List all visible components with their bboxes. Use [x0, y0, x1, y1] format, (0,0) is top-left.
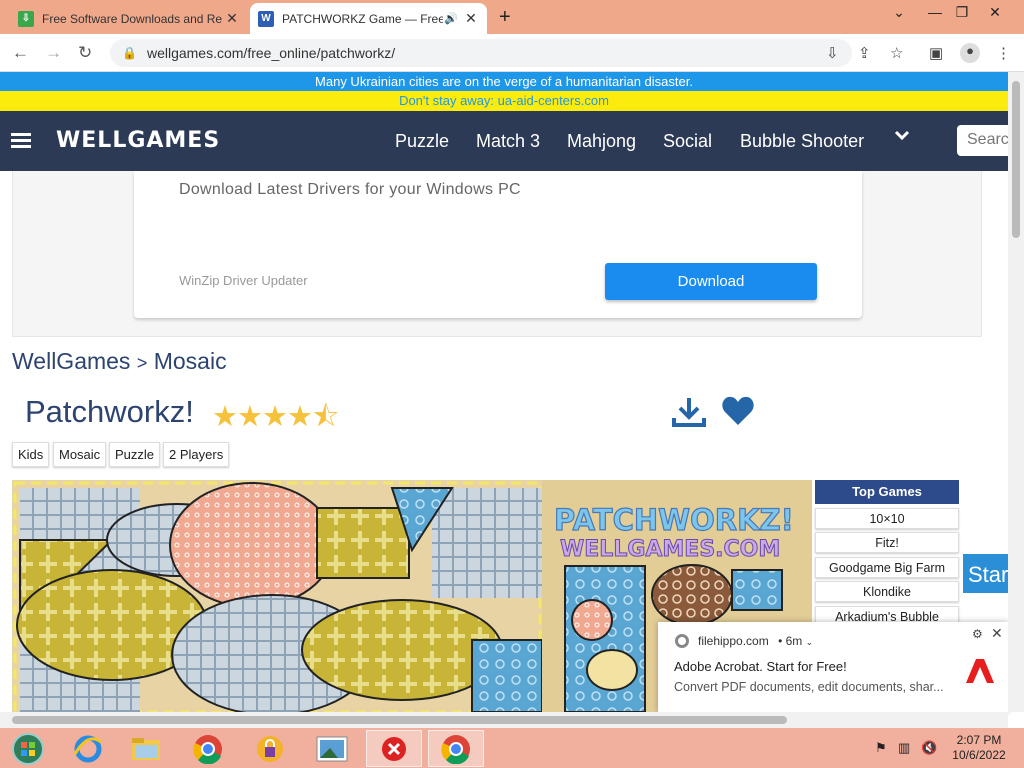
tag-2-players[interactable]: 2 Players — [163, 442, 230, 467]
ad-source: WinZip Driver Updater — [179, 273, 308, 288]
vertical-scrollbar[interactable] — [1008, 72, 1024, 712]
action-center-flag-icon[interactable]: ⚑ — [875, 740, 887, 756]
rating-stars[interactable]: ★★★★⯪ — [212, 396, 339, 445]
tag-puzzle[interactable]: Puzzle — [109, 442, 161, 467]
star-icon: ★ — [287, 401, 313, 433]
chrome-icon — [675, 634, 689, 648]
browser-tab-strip: ⇩ Free Software Downloads and Re ✕ W PAT… — [0, 0, 1024, 34]
tab-title: PATCHWORKZ Game — Free — [282, 11, 443, 26]
nav-social[interactable]: Social — [663, 131, 712, 152]
breadcrumb-separator: > — [136, 353, 148, 373]
adobe-logo-icon — [962, 657, 998, 685]
tag-kids[interactable]: Kids — [12, 442, 50, 467]
address-toolbar: ← → ↻ 🔒 wellgames.com/free_online/patchw… — [0, 34, 1024, 72]
gear-icon[interactable]: ⚙ — [972, 627, 983, 641]
page-title: Patchworkz! — [25, 394, 194, 429]
filehippo-icon: ⇩ — [18, 10, 34, 27]
minimize-button[interactable]: — — [920, 4, 950, 20]
photos-icon[interactable] — [304, 730, 360, 767]
half-star-icon: ⯪ — [312, 401, 339, 433]
ukraine-banner-line2[interactable]: Don't stay away: ua-aid-centers.com — [0, 91, 1008, 111]
nav-match3[interactable]: Match 3 — [476, 131, 540, 152]
tab-filehippo[interactable]: ⇩ Free Software Downloads and Re ✕ — [10, 3, 248, 34]
tab-close-icon[interactable]: ✕ — [224, 10, 240, 27]
windows-taskbar: ⚑ ▥ 🔇 2:07 PM 10/6/2022 — [0, 728, 1024, 768]
top-games-heading: Top Games — [815, 480, 959, 504]
nav-puzzle[interactable]: Puzzle — [395, 131, 449, 152]
push-notification[interactable]: filehippo.com • 6m ⌄ ⚙ ✕ Adobe Acrobat. … — [658, 622, 1008, 712]
tab-title: Free Software Downloads and Re — [42, 11, 223, 26]
clock-time: 2:07 PM — [956, 733, 1002, 747]
start-orb[interactable] — [0, 730, 56, 767]
breadcrumb: WellGames > Mosaic — [12, 348, 227, 375]
tab-close-icon[interactable]: ✕ — [463, 10, 479, 27]
nav-bubble-shooter[interactable]: Bubble Shooter — [740, 131, 864, 152]
system-clock[interactable]: 2:07 PM 10/6/2022 — [944, 733, 1014, 763]
bookmark-star-icon[interactable]: ☆ — [890, 44, 903, 62]
side-panel-icon[interactable]: ▣ — [929, 44, 943, 62]
breadcrumb-home[interactable]: WellGames — [12, 348, 130, 374]
ukraine-banner-line1[interactable]: Many Ukrainian cities are on the verge o… — [0, 72, 1008, 91]
star-icon: ★ — [212, 401, 238, 433]
scrollbar-thumb[interactable] — [1012, 81, 1020, 238]
hamburger-menu-icon[interactable] — [11, 133, 31, 149]
wellgames-icon: W — [258, 10, 274, 27]
download-icon[interactable] — [671, 396, 707, 428]
url-bar[interactable]: 🔒 wellgames.com/free_online/patchworkz/ — [110, 39, 852, 67]
more-menu-icon[interactable]: ⋮ — [996, 44, 1011, 62]
file-explorer-icon[interactable] — [118, 730, 174, 767]
install-icon[interactable]: ⇩ — [826, 44, 839, 62]
start-button[interactable]: Start — [963, 554, 1008, 593]
tab-patchworkz[interactable]: W PATCHWORKZ Game — Free 🔊 ✕ — [250, 3, 487, 34]
splash-title: PATCHWORKZ! — [554, 503, 794, 537]
star-icon: ★ — [262, 401, 288, 433]
tag-mosaic[interactable]: Mosaic — [53, 442, 107, 467]
chrome-active-icon[interactable] — [428, 730, 484, 767]
forward-button[interactable]: → — [45, 43, 62, 63]
clock-date: 10/6/2022 — [952, 748, 1006, 762]
splash-subtitle: WELLGAMES.COM — [560, 537, 780, 562]
url-text: wellgames.com/free_online/patchworkz/ — [146, 45, 396, 61]
share-icon[interactable]: ⇪ — [858, 44, 871, 62]
horizontal-scrollbar[interactable] — [0, 712, 1008, 728]
error-app-icon[interactable] — [366, 730, 422, 767]
heart-icon[interactable] — [721, 395, 755, 427]
close-window-button[interactable]: ✕ — [980, 4, 1010, 21]
star-icon: ★ — [237, 401, 263, 433]
back-button[interactable]: ← — [12, 43, 29, 63]
top-game-item[interactable]: 10×10 — [815, 507, 959, 529]
top-game-item[interactable]: Goodgame Big Farm — [815, 556, 959, 578]
scrollbar-thumb[interactable] — [12, 716, 787, 724]
volume-muted-icon[interactable]: 🔇 — [921, 740, 937, 756]
site-logo[interactable]: WELLGAMES — [56, 128, 220, 153]
notification-source: filehippo.com • 6m ⌄ — [698, 634, 814, 648]
new-tab-button[interactable]: + — [499, 6, 511, 29]
top-game-item[interactable]: Fitz! — [815, 532, 959, 553]
network-icon[interactable]: ▥ — [898, 740, 910, 756]
chrome-icon[interactable] — [180, 730, 236, 767]
restore-button[interactable]: ❐ — [947, 4, 977, 21]
notification-body: Convert PDF documents, edit documents, s… — [674, 680, 944, 694]
close-icon[interactable]: ✕ — [991, 625, 1003, 642]
profile-avatar[interactable]: ● — [960, 43, 980, 63]
speaker-icon[interactable]: 🔊 — [443, 12, 459, 25]
nav-mahjong[interactable]: Mahjong — [567, 131, 636, 152]
ad-download-button[interactable]: Download — [605, 263, 817, 300]
tab-search-icon[interactable]: ⌄ — [884, 4, 914, 21]
top-games-panel: Top Games 10×10 Fitz! Goodgame Big Farm … — [815, 480, 959, 627]
reload-button[interactable]: ↻ — [78, 43, 92, 63]
chevron-down-icon[interactable] — [894, 129, 910, 147]
lock-icon: 🔒 — [122, 46, 137, 60]
security-app-icon[interactable] — [242, 730, 298, 767]
ad-container: Download Latest Drivers for your Windows… — [12, 171, 982, 337]
ad-title: Download Latest Drivers for your Windows… — [179, 181, 521, 198]
notification-title: Adobe Acrobat. Start for Free! — [674, 659, 847, 674]
ad-card[interactable]: Download Latest Drivers for your Windows… — [134, 171, 862, 318]
internet-explorer-icon[interactable] — [60, 730, 116, 767]
top-game-item[interactable]: Klondike — [815, 581, 959, 602]
breadcrumb-category[interactable]: Mosaic — [154, 348, 227, 374]
site-header: WELLGAMES Puzzle Match 3 Mahjong Social … — [0, 111, 1017, 171]
